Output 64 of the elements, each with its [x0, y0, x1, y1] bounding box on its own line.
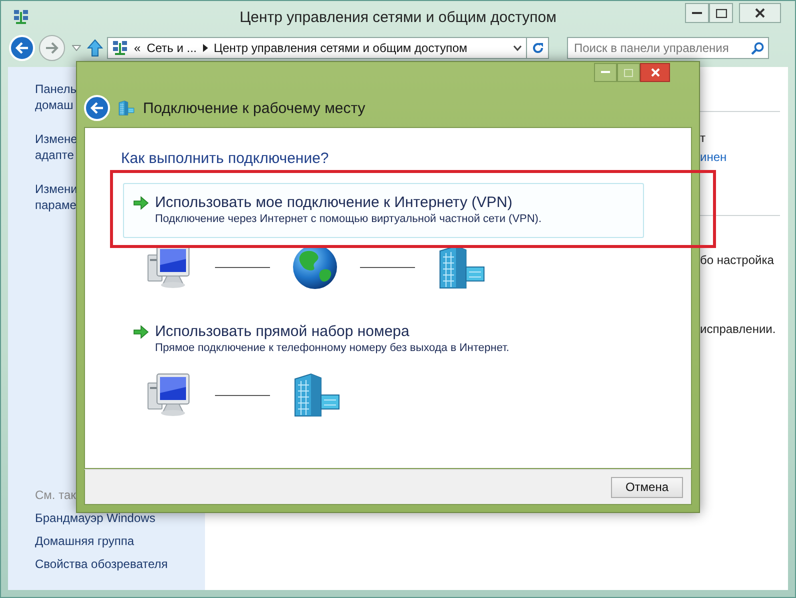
option-description: Прямое подключение к телефонному номеру без выхода в Интернет.: [155, 341, 510, 356]
recent-pages-button[interactable]: [69, 45, 83, 51]
connector-line: [215, 266, 270, 268]
minimize-icon: [692, 12, 702, 14]
caret-icon: [72, 45, 80, 51]
sidebar-link[interactable]: Измене: [35, 131, 78, 147]
sidebar-link[interactable]: домаш: [35, 97, 74, 113]
back-arrow-icon: [15, 42, 29, 54]
building-icon: [437, 245, 487, 289]
maximize-icon: [716, 8, 726, 18]
see-also-heading: См. так: [35, 487, 76, 503]
back-arrow-icon: [90, 102, 104, 114]
app-icon: [13, 9, 29, 25]
minimize-button[interactable]: [685, 3, 709, 23]
sidebar-link[interactable]: Домашняя группа: [35, 533, 134, 549]
dropdown-icon: [513, 45, 522, 51]
forward-button[interactable]: [39, 35, 65, 61]
window-title: Центр управления сетями и общим доступом: [240, 8, 556, 26]
option-item[interactable]: Использовать прямой набор номера Прямое подключение к телефонному номеру без выхода в Интернет.: [123, 312, 644, 367]
up-arrow-icon: [87, 39, 103, 57]
breadcrumb[interactable]: Сеть и ...: [146, 41, 197, 55]
forward-arrow-icon: [45, 42, 59, 54]
sidebar-link[interactable]: Свойства обозревателя: [35, 556, 168, 572]
up-button[interactable]: [87, 39, 103, 57]
close-button[interactable]: [640, 63, 670, 82]
back-button[interactable]: [84, 95, 110, 121]
close-button[interactable]: [739, 3, 781, 23]
content-text: бо настройка: [700, 252, 774, 268]
content-text: т: [700, 130, 706, 146]
option-title: Использовать мое подключение к Интернету (VPN): [155, 193, 514, 212]
refresh-button[interactable]: [527, 37, 549, 59]
connector-line: [215, 394, 270, 396]
dialog-heading: Как выполнить подключение?: [121, 150, 330, 167]
building-icon: [292, 373, 342, 417]
status-link[interactable]: инен: [700, 149, 727, 165]
refresh-icon: [532, 42, 544, 54]
arrow-icon: [133, 196, 149, 210]
minimize-icon: [601, 71, 610, 74]
option-title: Использовать прямой набор номера: [155, 322, 410, 341]
sidebar-link[interactable]: параме: [35, 197, 76, 213]
content-text: исправлении.: [700, 321, 776, 337]
back-button[interactable]: [9, 35, 35, 61]
sidebar-link[interactable]: адапте: [35, 147, 74, 163]
sidebar-link[interactable]: Панель: [35, 81, 76, 97]
option-item[interactable]: Использовать мое подключение к Интернету (VPN) Подключение через Интернет с помощью виртуальной частной сети (VPN).: [123, 183, 644, 238]
chevron-icon: [202, 44, 208, 52]
sidebar-link[interactable]: Измени: [35, 181, 78, 197]
connector-line: [360, 266, 415, 268]
arrow-icon: [133, 324, 149, 338]
option-description: Подключение через Интернет с помощью виртуальной частной сети (VPN).: [155, 212, 543, 227]
close-icon: [755, 8, 765, 18]
dialog-title: Подключение к рабочему месту: [143, 100, 366, 116]
maximize-button[interactable]: [709, 3, 733, 23]
cancel-button[interactable]: Отмена: [611, 476, 683, 498]
search-field[interactable]: Поиск в панели управления: [567, 37, 769, 59]
maximize-icon: [624, 68, 633, 76]
sidebar-link[interactable]: Брандмауэр Windows: [35, 510, 156, 526]
overflow-chevron[interactable]: «: [134, 41, 141, 55]
breadcrumb[interactable]: Центр управления сетями и общим доступом: [214, 41, 468, 55]
workplace-icon: [118, 100, 135, 116]
search-icon: [751, 42, 764, 54]
close-icon: [650, 68, 660, 77]
address-bar[interactable]: « Сеть и ... Центр управления сетями и общим доступом: [107, 37, 527, 59]
network-icon: [112, 40, 128, 56]
